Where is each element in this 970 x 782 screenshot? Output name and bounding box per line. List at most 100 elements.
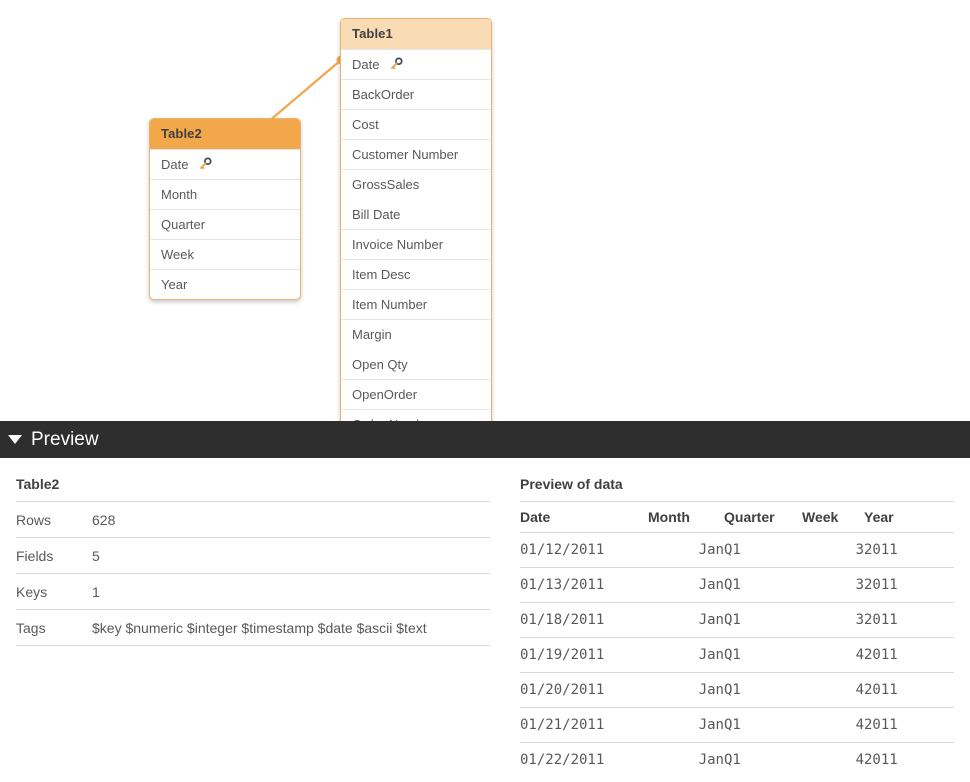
field-label: Margin	[352, 327, 392, 342]
key-icon	[391, 57, 403, 70]
metadata-value: 628	[92, 501, 490, 538]
cell-month: Jan	[648, 532, 724, 568]
cell-week: 3	[802, 602, 864, 638]
cell-week: 4	[802, 672, 864, 708]
table-metadata-pane: Table2 Rows 628 Fields 5 Keys 1 Tags $ke…	[16, 476, 490, 646]
cell-month: Jan	[648, 637, 724, 673]
field-row[interactable]: Margin	[341, 319, 491, 349]
column-header-date[interactable]: Date	[520, 501, 648, 533]
cell-week: 4	[802, 637, 864, 673]
table-row: Tags $key $numeric $integer $timestamp $…	[16, 609, 490, 646]
table-row: 01/12/2011 Jan Q1 3 2011	[520, 532, 954, 568]
cell-date: 01/22/2011	[520, 742, 648, 777]
table-row: 01/18/2011 Jan Q1 3 2011	[520, 602, 954, 638]
column-header-week[interactable]: Week	[802, 501, 864, 533]
table-row: 01/19/2011 Jan Q1 4 2011	[520, 637, 954, 673]
table-node-title: Table2	[150, 119, 300, 149]
table-row: Rows 628	[16, 501, 490, 538]
table-header-row: Date Month Quarter Week Year	[520, 501, 954, 533]
column-header-month[interactable]: Month	[648, 501, 724, 533]
cell-date: 01/13/2011	[520, 567, 648, 603]
field-row[interactable]: Item Number	[341, 289, 491, 319]
cell-week: 3	[802, 567, 864, 603]
field-row[interactable]: Year	[150, 269, 300, 299]
field-row[interactable]: Order Number	[341, 409, 491, 421]
preview-panel-body: Table2 Rows 628 Fields 5 Keys 1 Tags $ke…	[0, 458, 970, 782]
cell-month: Jan	[648, 742, 724, 777]
preview-panel-toggle[interactable]: Preview	[0, 421, 970, 458]
cell-month: Jan	[648, 707, 724, 743]
field-label: Date	[352, 57, 380, 72]
field-label: Week	[161, 247, 194, 262]
cell-quarter: Q1	[724, 707, 802, 743]
field-row[interactable]: Customer Number	[341, 139, 491, 169]
metadata-value: 5	[92, 537, 490, 574]
cell-quarter: Q1	[724, 742, 802, 777]
data-preview-table: Date Month Quarter Week Year 01/12/2011 …	[520, 501, 954, 777]
field-row[interactable]: Item Desc	[341, 259, 491, 289]
key-icon	[200, 157, 212, 170]
cell-week: 4	[802, 742, 864, 777]
field-row[interactable]: Week	[150, 239, 300, 269]
table-node-table2[interactable]: Table2 Date Month Quarter Week Year	[149, 118, 301, 300]
field-label: Invoice Number	[352, 237, 444, 252]
field-label: Item Desc	[352, 267, 411, 282]
table-row: 01/20/2011 Jan Q1 4 2011	[520, 672, 954, 708]
field-row[interactable]: Date	[341, 49, 491, 79]
field-label: Quarter	[161, 217, 206, 232]
preview-panel-title: Preview	[31, 429, 99, 450]
metadata-table: Rows 628 Fields 5 Keys 1 Tags $key $nume…	[16, 501, 490, 646]
field-row[interactable]: GrossSales	[341, 169, 491, 199]
field-label: Item Number	[352, 297, 428, 312]
cell-quarter: Q1	[724, 637, 802, 673]
cell-week: 4	[802, 707, 864, 743]
column-header-quarter[interactable]: Quarter	[724, 501, 802, 533]
field-label: Cost	[352, 117, 379, 132]
field-label: Month	[161, 187, 198, 202]
field-row[interactable]: BackOrder	[341, 79, 491, 109]
field-label: Open Qty	[352, 357, 408, 372]
field-row[interactable]: Cost	[341, 109, 491, 139]
metadata-value: $key $numeric $integer $timestamp $date …	[92, 609, 490, 646]
cell-year: 2011	[864, 567, 954, 603]
cell-year: 2011	[864, 602, 954, 638]
field-label: Date	[161, 157, 189, 172]
table-row: Fields 5	[16, 537, 490, 574]
field-label: BackOrder	[352, 87, 415, 102]
table-node-table1[interactable]: Table1 Date BackOrder Cost Customer Numb…	[340, 18, 492, 421]
field-row[interactable]: Invoice Number	[341, 229, 491, 259]
data-preview-pane: Preview of data Date Month Quarter Week …	[520, 476, 954, 777]
field-label: OpenOrder	[352, 387, 418, 402]
data-model-canvas[interactable]: Table1 Date BackOrder Cost Customer Numb…	[0, 0, 970, 421]
metadata-key: Rows	[16, 501, 92, 538]
field-row[interactable]: Date	[150, 149, 300, 179]
caret-down-icon	[8, 435, 22, 444]
field-row[interactable]: Month	[150, 179, 300, 209]
cell-quarter: Q1	[724, 567, 802, 603]
field-row[interactable]: Open Qty	[341, 349, 491, 379]
cell-quarter: Q1	[724, 672, 802, 708]
cell-date: 01/12/2011	[520, 532, 648, 568]
field-row[interactable]: Quarter	[150, 209, 300, 239]
field-label: Bill Date	[352, 207, 401, 222]
cell-week: 3	[802, 532, 864, 568]
cell-date: 01/21/2011	[520, 707, 648, 743]
table-row: 01/22/2011 Jan Q1 4 2011	[520, 742, 954, 777]
cell-year: 2011	[864, 707, 954, 743]
data-preview-title: Preview of data	[520, 476, 623, 492]
field-row[interactable]: OpenOrder	[341, 379, 491, 409]
cell-year: 2011	[864, 672, 954, 708]
field-row[interactable]: Bill Date	[341, 199, 491, 229]
cell-date: 01/18/2011	[520, 602, 648, 638]
metadata-key: Fields	[16, 537, 92, 574]
cell-month: Jan	[648, 672, 724, 708]
cell-year: 2011	[864, 637, 954, 673]
metadata-title: Table2	[16, 476, 60, 492]
field-label: GrossSales	[352, 177, 420, 192]
table-row: 01/13/2011 Jan Q1 3 2011	[520, 567, 954, 603]
cell-year: 2011	[864, 532, 954, 568]
column-header-year[interactable]: Year	[864, 501, 954, 533]
metadata-key: Tags	[16, 609, 92, 646]
cell-quarter: Q1	[724, 532, 802, 568]
cell-month: Jan	[648, 567, 724, 603]
